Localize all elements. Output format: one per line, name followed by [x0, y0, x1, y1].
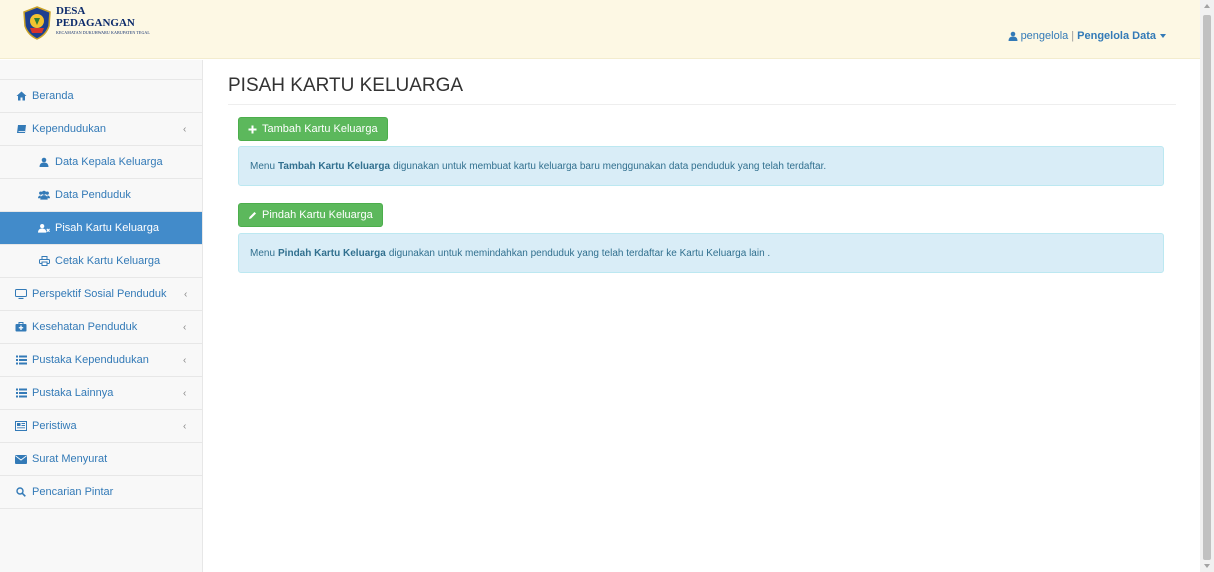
- sidebar-item-peristiwa[interactable]: Peristiwa ‹: [0, 410, 202, 443]
- sidebar-item-pencarian-pintar[interactable]: Pencarian Pintar: [0, 476, 202, 509]
- page-title: PISAH KARTU KELUARGA: [228, 75, 1176, 105]
- sidebar-item-label: Pustaka Lainnya: [32, 387, 114, 399]
- pencil-icon: [249, 211, 256, 219]
- move-family-card-info: Menu Pindah Kartu Keluarga digunakan unt…: [238, 233, 1164, 273]
- scroll-down-arrow-icon[interactable]: [1204, 564, 1210, 568]
- sidebar-item-label: Kesehatan Penduduk: [32, 321, 138, 333]
- add-family-card-button[interactable]: Tambah Kartu Keluarga: [238, 117, 388, 141]
- chevron-left-icon: ‹: [183, 388, 187, 399]
- scroll-thumb[interactable]: [1203, 15, 1211, 560]
- sidebar-item-surat-menyurat[interactable]: Surat Menyurat: [0, 443, 202, 476]
- info-bold-text: Tambah Kartu Keluarga: [278, 160, 391, 172]
- chevron-down-icon: [1160, 34, 1166, 38]
- chevron-left-icon: ‹: [184, 289, 188, 300]
- sidebar-item-cetak-kartu-keluarga[interactable]: Cetak Kartu Keluarga: [0, 245, 202, 278]
- chevron-left-icon: ‹: [183, 124, 187, 135]
- chevron-left-icon: ‹: [183, 421, 187, 432]
- main-content: PISAH KARTU KELUARGA Tambah Kartu Keluar…: [228, 60, 1176, 273]
- village-emblem-logo: [23, 6, 51, 40]
- sidebar-item-data-kepala-keluarga[interactable]: Data Kepala Keluarga: [0, 146, 202, 179]
- sidebar-item-label: Cetak Kartu Keluarga: [55, 255, 161, 267]
- book-icon: [15, 123, 27, 135]
- medkit-icon: [15, 321, 27, 333]
- sidebar-item-label: Data Penduduk: [55, 189, 131, 201]
- list-icon: [15, 354, 27, 366]
- sidebar-item-kesehatan-penduduk[interactable]: Kesehatan Penduduk ‹: [0, 311, 202, 344]
- user-split-icon: [38, 222, 50, 234]
- chevron-left-icon: ‹: [183, 355, 187, 366]
- search-icon: [15, 486, 27, 498]
- top-navbar: DESA PEDAGANGAN KECAMATAN DUKUHWARU KABU…: [0, 0, 1200, 59]
- move-family-card-label: Pindah Kartu Keluarga: [262, 209, 373, 221]
- user-role: Pengelola Data: [1077, 30, 1156, 42]
- user-name: pengelola: [1020, 30, 1069, 42]
- sidebar-item-data-penduduk[interactable]: Data Penduduk: [0, 179, 202, 212]
- plus-icon: [248, 125, 257, 133]
- user-icon: [1008, 31, 1018, 41]
- user-separator: |: [1071, 30, 1075, 42]
- user-icon: [38, 156, 50, 168]
- brand[interactable]: DESA PEDAGANGAN KECAMATAN DUKUHWARU KABU…: [22, 6, 150, 40]
- add-family-card-label: Tambah Kartu Keluarga: [262, 123, 378, 135]
- sidebar-item-pustaka-kependudukan[interactable]: Pustaka Kependudukan ‹: [0, 344, 202, 377]
- sidebar-item-label: Data Kepala Keluarga: [55, 156, 163, 168]
- chevron-left-icon: ‹: [183, 322, 187, 333]
- sidebar-item-label: Pisah Kartu Keluarga: [55, 222, 159, 234]
- sidebar-item-label: Perspektif Sosial Penduduk: [32, 288, 167, 300]
- sidebar-item-label: Kependudukan: [32, 123, 107, 135]
- sidebar-item-label: Surat Menyurat: [32, 453, 108, 465]
- list-icon: [15, 387, 27, 399]
- users-icon: [38, 189, 50, 201]
- add-family-card-info: Menu Tambah Kartu Keluarga digunakan unt…: [238, 146, 1164, 186]
- sidebar-item-pisah-kartu-keluarga[interactable]: Pisah Kartu Keluarga: [0, 212, 202, 245]
- move-family-card-button[interactable]: Pindah Kartu Keluarga: [238, 203, 383, 227]
- sidebar-item-perspektif-sosial-penduduk[interactable]: Perspektif Sosial Penduduk ‹: [0, 278, 202, 311]
- info-description: digunakan untuk membuat kartu keluarga b…: [393, 160, 827, 172]
- info-description: digunakan untuk memindahkan penduduk yan…: [388, 247, 771, 259]
- sidebar-item-beranda[interactable]: Beranda: [0, 80, 202, 113]
- user-dropdown[interactable]: pengelola | Pengelola Data: [1008, 30, 1166, 42]
- brand-district: KECAMATAN DUKUHWARU KABUPATEN TEGAL: [56, 30, 150, 35]
- brand-desa: DESA: [56, 5, 86, 17]
- sidebar: Beranda Kependudukan ‹ Data Kepala Kelua…: [0, 60, 203, 572]
- newspaper-icon: [15, 420, 27, 432]
- scroll-up-arrow-icon[interactable]: [1204, 4, 1210, 8]
- envelope-icon: [15, 453, 27, 465]
- page-scrollbar[interactable]: [1200, 0, 1214, 572]
- info-prefix: Menu: [250, 160, 276, 172]
- home-icon: [15, 90, 27, 102]
- print-icon: [38, 255, 50, 267]
- sidebar-item-label: Peristiwa: [32, 420, 77, 432]
- sidebar-item-label: Beranda: [32, 90, 74, 102]
- sidebar-item-label: Pustaka Kependudukan: [32, 354, 149, 366]
- sidebar-item-pustaka-lainnya[interactable]: Pustaka Lainnya ‹: [0, 377, 202, 410]
- sidebar-item-label: Pencarian Pintar: [32, 486, 114, 498]
- sidebar-item-kependudukan[interactable]: Kependudukan ‹: [0, 113, 202, 146]
- brand-village-name: PEDAGANGAN: [56, 17, 135, 29]
- info-bold-text: Pindah Kartu Keluarga: [278, 247, 386, 259]
- info-prefix: Menu: [250, 247, 276, 259]
- monitor-icon: [15, 288, 27, 300]
